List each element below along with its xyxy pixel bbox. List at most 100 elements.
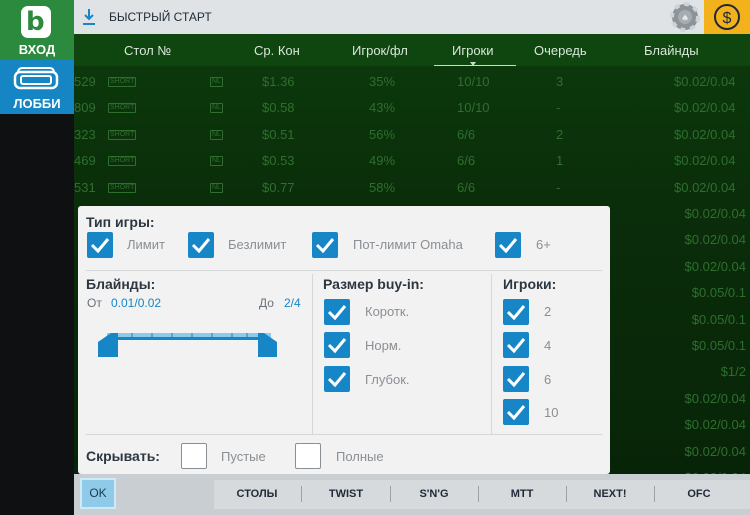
players-flop: 49% <box>369 153 396 169</box>
game-type-limit-checkbox[interactable] <box>87 232 113 258</box>
hide-title: Скрывать: <box>86 448 160 464</box>
blinds: $0.02/0.04 <box>674 153 736 169</box>
players-6-checkbox[interactable] <box>503 366 529 392</box>
cards-stack-icon <box>13 67 59 90</box>
table-id: 323 <box>74 126 96 142</box>
divider <box>86 270 602 271</box>
avg-pot: $0.53 <box>262 153 295 169</box>
ok-button[interactable]: OK <box>80 478 116 509</box>
blinds-range-slider[interactable] <box>97 324 279 362</box>
tab-0[interactable]: СТОЛЫ <box>217 485 297 510</box>
quickstart-label[interactable]: БЫСТРЫЙ СТАРТ <box>109 10 212 24</box>
lobby-button[interactable]: ЛОББИ <box>0 60 74 114</box>
tab-2[interactable]: S'N'G <box>394 485 474 510</box>
tab-separator <box>566 486 567 502</box>
col-queue[interactable]: Очередь <box>534 43 587 58</box>
filter-panel: Тип игры: Лимит Безлимит Пот-лимит Omaha… <box>78 206 610 474</box>
players-count: 10/10 <box>457 74 490 89</box>
game-type-nolimit-label: Безлимит <box>228 237 287 252</box>
short-badge: SHORT <box>108 182 137 193</box>
hide-full-label: Полные <box>336 449 384 464</box>
blinds-from-label: От <box>87 296 102 310</box>
brand-logo-icon: b <box>21 6 51 38</box>
game-type-limit-label: Лимит <box>127 237 165 252</box>
col-players[interactable]: Игроки <box>452 43 494 58</box>
buyin-normal-checkbox[interactable] <box>324 332 350 358</box>
hide-empty-checkbox[interactable] <box>181 443 207 469</box>
players-title: Игроки: <box>503 276 557 292</box>
blinds: $0.02/0.04 <box>684 417 746 433</box>
game-type-nolimit-checkbox[interactable] <box>188 232 214 258</box>
players-4-label: 4 <box>544 338 552 353</box>
download-icon[interactable] <box>82 8 96 26</box>
nl-badge: NL <box>210 156 223 167</box>
col-blinds[interactable]: Блайнды <box>644 43 699 58</box>
divider <box>491 274 492 434</box>
blinds-from-value: 0.01/0.02 <box>111 296 162 310</box>
table-row[interactable]: 531 SHORT NL $0.77 58% 6/6 - $0.02/0.04 <box>74 175 750 201</box>
players-2-label: 2 <box>544 304 552 319</box>
col-table-number[interactable]: Стол № <box>124 43 171 58</box>
dollar-coin-icon: $ <box>714 4 740 30</box>
players-count: 6/6 <box>457 179 476 195</box>
blinds: $0.05/0.1 <box>691 338 746 353</box>
nl-badge: NL <box>210 129 223 140</box>
tab-4[interactable]: NEXT! <box>570 485 650 510</box>
buyin-deep-label: Глубок. <box>365 372 410 387</box>
slider-min-handle[interactable] <box>98 333 118 357</box>
col-players-flop[interactable]: Игрок/фл <box>352 43 408 58</box>
poker-chip-icon[interactable]: ♠ <box>670 2 700 32</box>
bottom-tab-bar: СТОЛЫ TWIST S'N'G MTT NEXT! OFC <box>74 474 750 515</box>
table-row[interactable]: 469 SHORT NL $0.53 49% 6/6 1 $0.02/0.04 <box>74 148 750 174</box>
nl-badge: NL <box>210 103 223 114</box>
divider <box>312 274 313 434</box>
blinds: $0.05/0.1 <box>691 285 746 301</box>
sidebar: b ВХОД ЛОББИ <box>0 0 74 515</box>
tab-separator <box>478 486 479 502</box>
nl-badge: NL <box>210 77 223 87</box>
buyin-deep-checkbox[interactable] <box>324 366 350 392</box>
cashier-button[interactable]: $ <box>704 0 750 34</box>
col-avg-pot[interactable]: Ср. Кон <box>254 43 300 58</box>
login-button[interactable]: b ВХОД <box>0 0 74 60</box>
hide-empty-label: Пустые <box>221 449 266 464</box>
short-badge: SHORT <box>108 129 137 140</box>
game-type-plo-label: Пот-лимит Omaha <box>353 237 463 252</box>
players-count: 10/10 <box>457 100 490 116</box>
table-row[interactable]: 809 SHORT NL $0.58 43% 10/10 - $0.02/0.04 <box>74 95 750 121</box>
sort-arrow-icon <box>470 62 476 66</box>
buyin-title: Размер buy-in: <box>323 276 424 292</box>
table-id: 809 <box>74 100 96 116</box>
tab-3[interactable]: MTT <box>482 485 562 510</box>
tab-5[interactable]: OFC <box>659 485 739 510</box>
blinds: $0.02/0.04 <box>684 258 746 274</box>
blinds: $0.02/0.04 <box>684 206 746 221</box>
short-badge: SHORT <box>108 103 137 114</box>
tab-separator <box>390 486 391 502</box>
table-row[interactable]: 529 SHORT NL $1.36 35% 10/10 3 $0.02/0.04 <box>74 69 750 95</box>
players-2-checkbox[interactable] <box>503 299 529 325</box>
players-4-checkbox[interactable] <box>503 332 529 358</box>
short-badge: SHORT <box>108 156 137 167</box>
blinds: $0.02/0.04 <box>674 74 736 89</box>
game-type-plo-checkbox[interactable] <box>312 232 338 258</box>
players-count: 6/6 <box>457 126 476 142</box>
game-type-6plus-checkbox[interactable] <box>495 232 521 258</box>
game-type-6plus-label: 6+ <box>536 237 551 252</box>
top-bar: БЫСТРЫЙ СТАРТ ♠ $ <box>74 0 750 34</box>
avg-pot: $1.36 <box>262 74 295 89</box>
buyin-short-checkbox[interactable] <box>324 299 350 325</box>
avg-pot: $0.51 <box>262 126 295 142</box>
hide-full-checkbox[interactable] <box>295 443 321 469</box>
slider-max-handle[interactable] <box>258 333 277 357</box>
blinds-to-label: До <box>259 296 274 310</box>
queue: - <box>556 100 561 116</box>
table-header: Стол № Ср. Кон Игрок/фл Игроки Очередь Б… <box>74 34 750 66</box>
players-10-checkbox[interactable] <box>503 399 529 425</box>
table-row[interactable]: 323 SHORT NL $0.51 56% 6/6 2 $0.02/0.04 <box>74 122 750 148</box>
lobby-label: ЛОББИ <box>13 96 61 111</box>
table-id: 529 <box>74 74 96 89</box>
tab-1[interactable]: TWIST <box>306 485 386 510</box>
blinds: $0.02/0.04 <box>674 126 736 142</box>
login-label: ВХОД <box>18 42 56 57</box>
